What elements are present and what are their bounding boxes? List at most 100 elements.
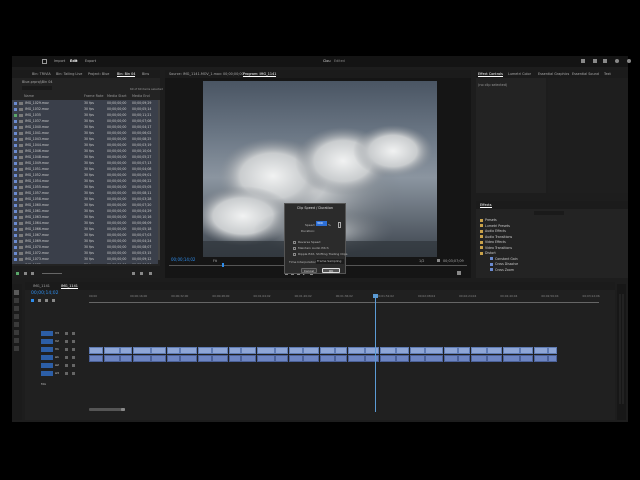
- audio-clip[interactable]: [319, 355, 335, 362]
- menu-edit[interactable]: Edit: [70, 59, 78, 63]
- lock-icon[interactable]: [65, 332, 68, 335]
- video-clip[interactable]: [256, 347, 275, 354]
- audio-clip[interactable]: [470, 355, 487, 362]
- audio-clip[interactable]: [520, 355, 533, 362]
- label-color-swatch[interactable]: [14, 197, 17, 201]
- monitor-playhead[interactable]: [222, 263, 224, 267]
- track-target-icon[interactable]: [47, 347, 53, 352]
- label-color-swatch[interactable]: [14, 257, 17, 261]
- work-area-bar[interactable]: [89, 302, 599, 303]
- label-color-swatch[interactable]: [14, 221, 17, 225]
- effects-item[interactable]: Audio Effects: [480, 229, 506, 233]
- bin-row[interactable]: IMG_1075.mov 30 fps 00;00;00;00 00;00;06;26: [12, 262, 158, 264]
- video-clip[interactable]: [180, 347, 197, 354]
- tab-bin-trivia[interactable]: Bin: TRIVIA: [32, 72, 51, 76]
- effects-item[interactable]: Constant Gain: [490, 257, 518, 261]
- video-clip[interactable]: [103, 347, 120, 354]
- track-header[interactable]: V3: [25, 330, 85, 337]
- lock-icon[interactable]: [65, 372, 68, 375]
- audio-clip[interactable]: [303, 355, 319, 362]
- fullscreen-icon[interactable]: [603, 59, 607, 63]
- home-icon[interactable]: [42, 59, 47, 64]
- mute-icon[interactable]: [72, 364, 75, 367]
- audio-clip[interactable]: [487, 355, 502, 362]
- label-color-swatch[interactable]: [14, 107, 17, 111]
- video-clip[interactable]: [319, 347, 335, 354]
- audio-clip[interactable]: [256, 355, 275, 362]
- eye-icon[interactable]: [72, 348, 75, 351]
- track-target-icon[interactable]: [47, 355, 53, 360]
- label-color-swatch[interactable]: [14, 119, 17, 123]
- menu-export[interactable]: Export: [85, 59, 96, 63]
- video-clip[interactable]: [288, 347, 303, 354]
- audio-clip[interactable]: [533, 355, 548, 362]
- video-clip[interactable]: [212, 347, 228, 354]
- tab-effect-controls[interactable]: Effect Controls: [478, 72, 503, 77]
- tab-project-blue[interactable]: Project: Blue: [88, 72, 109, 76]
- label-color-swatch[interactable]: [14, 149, 17, 153]
- effects-item[interactable]: Cross Dissolve: [490, 262, 518, 266]
- link-icon[interactable]: [338, 222, 341, 228]
- video-clip[interactable]: [89, 347, 103, 354]
- tab-effects[interactable]: Effects: [480, 203, 492, 208]
- col-name[interactable]: Name: [24, 94, 34, 98]
- label-color-swatch[interactable]: [14, 227, 17, 231]
- video-clip[interactable]: [365, 347, 379, 354]
- audio-clip[interactable]: [409, 355, 425, 362]
- tab-graphics[interactable]: Essential Graphics: [538, 72, 569, 76]
- maintain-checkbox[interactable]: [293, 247, 296, 250]
- new-bin-icon[interactable]: [132, 272, 135, 275]
- video-clip[interactable]: [443, 347, 458, 354]
- program-timecode[interactable]: 00;00;14;02: [171, 258, 195, 262]
- snap-icon[interactable]: [31, 299, 34, 302]
- lock-icon[interactable]: [65, 364, 68, 367]
- audio-clip[interactable]: [425, 355, 443, 362]
- label-color-swatch[interactable]: [14, 167, 17, 171]
- label-color-swatch[interactable]: [14, 191, 17, 195]
- playhead-handle[interactable]: [373, 294, 378, 298]
- col-fps[interactable]: Frame Rate: [84, 94, 103, 98]
- zoom-scroll-handle[interactable]: [121, 408, 125, 411]
- cancel-button[interactable]: Cancel: [301, 268, 317, 273]
- notifications-icon[interactable]: [615, 59, 619, 63]
- pen-tool-icon[interactable]: [14, 330, 19, 335]
- tab-bin-tailing[interactable]: Bin: Tailing Live: [56, 72, 82, 76]
- tab-bins[interactable]: Bins: [142, 72, 149, 76]
- label-color-swatch[interactable]: [14, 173, 17, 177]
- video-clip[interactable]: [275, 347, 288, 354]
- video-clip[interactable]: [120, 347, 132, 354]
- track-header[interactable]: V1: [25, 346, 85, 353]
- track-header[interactable]: V2: [25, 338, 85, 345]
- track-target-icon[interactable]: [47, 339, 53, 344]
- progress-icon[interactable]: [627, 59, 631, 63]
- video-clip[interactable]: [533, 347, 548, 354]
- icon-view-icon[interactable]: [31, 272, 34, 275]
- video-clip[interactable]: [470, 347, 487, 354]
- label-color-swatch[interactable]: [14, 143, 17, 147]
- selection-tool-icon[interactable]: [14, 290, 19, 295]
- list-view-icon[interactable]: [24, 272, 27, 275]
- timeline-scrollbar[interactable]: [89, 408, 125, 411]
- audio-clip[interactable]: [228, 355, 241, 362]
- search-field[interactable]: [22, 86, 52, 90]
- audio-clip[interactable]: [443, 355, 458, 362]
- label-color-swatch[interactable]: [14, 161, 17, 165]
- eye-icon[interactable]: [72, 340, 75, 343]
- lock-icon[interactable]: [65, 340, 68, 343]
- linked-icon[interactable]: [38, 299, 41, 302]
- audio-clip[interactable]: [365, 355, 379, 362]
- video-clip[interactable]: [548, 347, 557, 354]
- interp-dropdown[interactable]: Frame Sampling: [316, 259, 344, 264]
- bin-scrollbar[interactable]: [158, 100, 160, 260]
- effects-item[interactable]: Video Effects: [480, 240, 506, 244]
- label-color-swatch[interactable]: [14, 185, 17, 189]
- settings-wrench-icon[interactable]: [52, 299, 55, 302]
- video-clip[interactable]: [166, 347, 180, 354]
- trash-icon[interactable]: [149, 272, 152, 275]
- label-color-swatch[interactable]: [14, 155, 17, 159]
- tab-bin-04[interactable]: Bin: Bin 04: [117, 72, 136, 77]
- label-color-swatch[interactable]: [14, 131, 17, 135]
- effects-item[interactable]: Distort: [480, 251, 496, 255]
- label-color-swatch[interactable]: [14, 245, 17, 249]
- video-clip[interactable]: [520, 347, 533, 354]
